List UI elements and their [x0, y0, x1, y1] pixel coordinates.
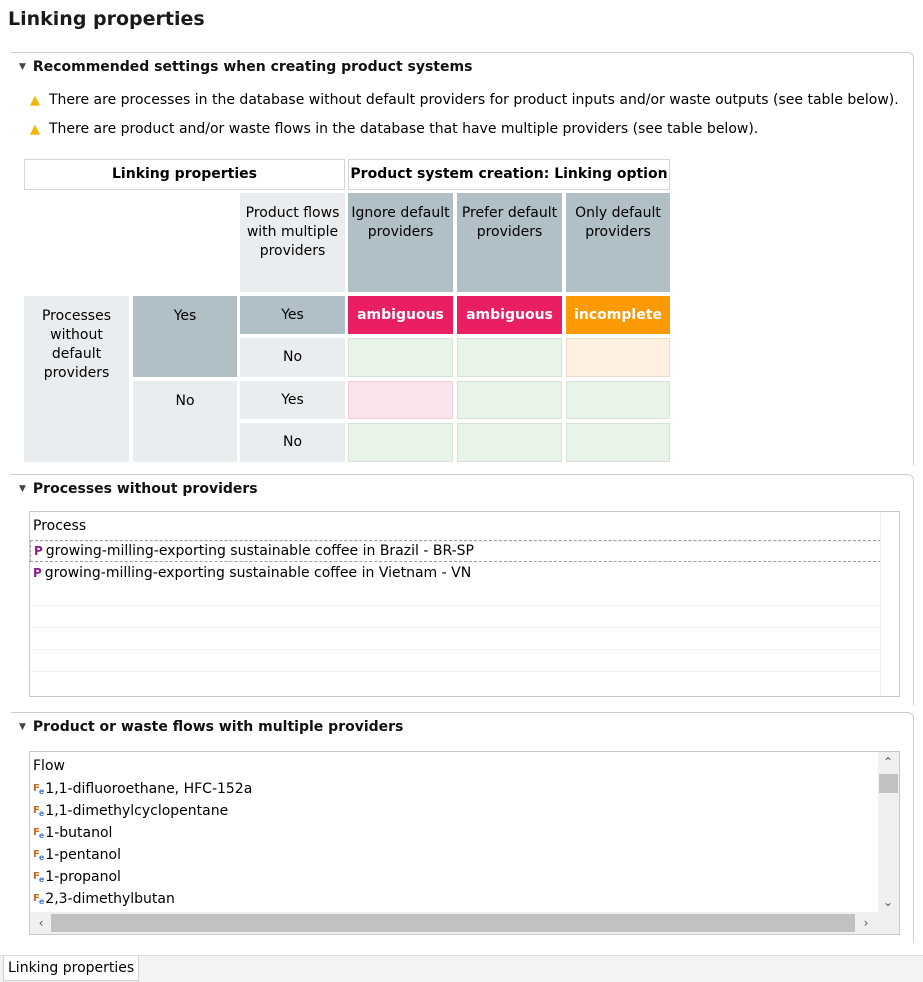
result-ok — [457, 381, 562, 419]
flows-section-title: Product or waste flows with multiple pro… — [32, 719, 404, 735]
warning-flows: ▲ There are product and/or waste flows i… — [30, 121, 758, 137]
flow-name: 1,1-difluoroethane, HFC-152a — [45, 781, 253, 797]
tab-linking-properties[interactable]: Linking properties — [3, 956, 140, 981]
warning-icon: ▲ — [30, 121, 40, 137]
result-ambiguous-light — [348, 381, 453, 419]
row-yes-label: Yes — [133, 296, 237, 377]
result-incomplete: incomplete — [566, 296, 670, 334]
process-icon: P — [33, 566, 42, 580]
result-ambiguous: ambiguous — [348, 296, 453, 334]
process-icon: P — [34, 544, 43, 558]
page-title: Linking properties — [8, 8, 205, 30]
flows-table[interactable]: Flow Fe 1,1-difluoroethane, HFC-152a Fe … — [29, 751, 900, 935]
flow-name: 1-pentanol — [45, 847, 122, 863]
table-row[interactable]: P growing-milling-exporting sustainable … — [30, 540, 881, 562]
result-ok — [566, 423, 670, 462]
result-ok — [457, 338, 562, 377]
result-ambiguous: ambiguous — [457, 296, 562, 334]
list-item[interactable]: Fe 1-butanol — [30, 822, 878, 844]
processes-section-toggle[interactable]: ▼ Processes without providers — [19, 481, 258, 497]
scroll-up-icon[interactable]: ⌃ — [880, 754, 896, 770]
warning-text: There are processes in the database with… — [49, 92, 899, 108]
collapse-chevron-icon: ▼ — [19, 62, 26, 72]
processes-section-title: Processes without providers — [32, 481, 258, 497]
recommended-settings-toggle[interactable]: ▼ Recommended settings when creating pro… — [19, 59, 472, 75]
flow-name: 2,3-dimethylbutan — [45, 891, 175, 907]
list-item[interactable]: Fe 1,1-dimethylcyclopentane — [30, 800, 878, 822]
process-column-header[interactable]: Process — [33, 518, 86, 534]
result-incomplete-light — [566, 338, 670, 377]
flow-name: 1-butanol — [45, 825, 113, 841]
col-header-ignore-default: Ignore default providers — [348, 193, 453, 292]
editor-tab-bar: Linking properties — [0, 955, 923, 982]
multi-no-1: No — [240, 338, 345, 377]
table-header-linking-option: Product system creation: Linking option — [348, 159, 670, 190]
result-ok — [566, 381, 670, 419]
horizontal-scrollbar[interactable]: ‹ › — [30, 912, 899, 934]
result-ok — [348, 423, 453, 462]
table-row[interactable]: P growing-milling-exporting sustainable … — [30, 562, 881, 584]
multi-yes-2: Yes — [240, 381, 345, 419]
col-header-only-default: Only default providers — [566, 193, 670, 292]
warning-icon: ▲ — [30, 92, 40, 108]
flow-name: 1-propanol — [45, 869, 121, 885]
processes-table[interactable]: Process P growing-milling-exporting sust… — [29, 511, 900, 697]
table-header-linking-properties: Linking properties — [24, 159, 345, 190]
result-ok — [348, 338, 453, 377]
list-item[interactable]: Fe 1,1-difluoroethane, HFC-152a — [30, 778, 878, 800]
flow-column-header[interactable]: Flow — [33, 758, 65, 774]
flow-icon: Fe — [33, 848, 44, 862]
scroll-down-icon[interactable]: ⌄ — [880, 894, 896, 910]
scroll-right-icon[interactable]: › — [858, 915, 874, 931]
flow-icon: Fe — [33, 804, 44, 818]
process-name: growing-milling-exporting sustainable co… — [44, 565, 472, 581]
recommended-settings-title: Recommended settings when creating produ… — [32, 59, 473, 75]
vertical-scroll-thumb[interactable] — [879, 774, 898, 793]
result-ok — [457, 423, 562, 462]
row-no-label: No — [133, 381, 237, 462]
multi-yes-1: Yes — [240, 296, 345, 334]
warning-processes: ▲ There are processes in the database wi… — [30, 92, 899, 108]
list-item[interactable]: Fe 1-pentanol — [30, 844, 878, 866]
flow-icon: Fe — [33, 826, 44, 840]
collapse-chevron-icon: ▼ — [19, 484, 26, 494]
flow-name: 1,1-dimethylcyclopentane — [45, 803, 229, 819]
col-header-prefer-default: Prefer default providers — [457, 193, 562, 292]
list-item[interactable]: Fe 1-propanol — [30, 866, 878, 888]
flow-icon: Fe — [33, 782, 44, 796]
warning-text: There are product and/or waste flows in … — [49, 121, 759, 137]
process-name: growing-milling-exporting sustainable co… — [45, 543, 474, 559]
list-item[interactable]: Fe 2,3-dimethylbutan — [30, 888, 878, 910]
scroll-left-icon[interactable]: ‹ — [33, 915, 49, 931]
collapse-chevron-icon: ▼ — [19, 722, 26, 732]
col-header-multiple-providers: Product flows with multiple providers — [240, 193, 345, 292]
horizontal-scroll-thumb[interactable] — [51, 914, 855, 932]
multi-no-2: No — [240, 423, 345, 462]
row-header-processes-without-default: Processes without default providers — [24, 296, 129, 462]
flow-icon: Fe — [33, 870, 44, 884]
flow-icon: Fe — [33, 892, 44, 906]
vertical-scrollbar[interactable]: ⌃ ⌄ — [878, 752, 899, 912]
flows-section-toggle[interactable]: ▼ Product or waste flows with multiple p… — [19, 719, 403, 735]
